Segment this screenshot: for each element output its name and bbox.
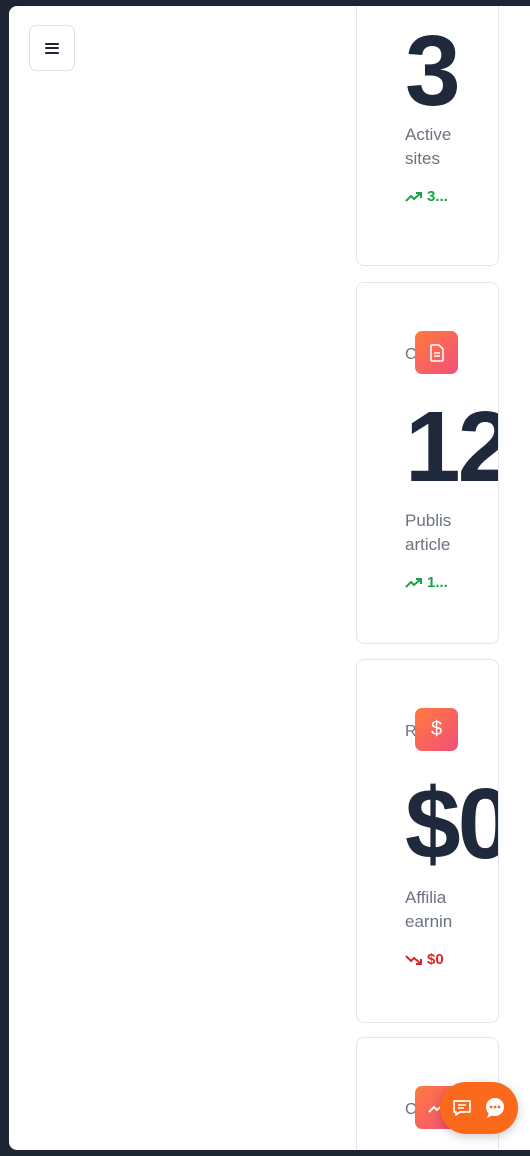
chat-icon [453,1100,471,1116]
trending-up-icon [405,191,422,202]
stat-value: 12 [405,391,498,503]
message-bubble-icon [486,1098,504,1118]
dollar-icon: $ [415,708,458,751]
stat-card-published-articles: C 12 Publis article 1... [356,282,499,644]
stat-card-active-sites: 3 Active sites 3... [356,6,499,266]
stat-description: Affilia earnin [405,888,453,931]
stat-description: Active sites [405,125,452,168]
stat-value: $0 [405,768,498,880]
menu-button[interactable] [29,25,75,71]
hamburger-icon [45,40,59,56]
stat-card-affiliate-earnings: R $ $0 Affilia earnin $0 [356,659,499,1023]
trending-up-icon [405,577,422,588]
stat-value: 3 [405,15,461,127]
chat-widget-button[interactable] [440,1082,518,1134]
document-icon [415,331,458,374]
trending-down-icon [405,954,422,965]
stat-trend: 3... [405,188,448,205]
stat-trend: $0 [405,951,444,968]
stat-description: Publis article [405,511,452,554]
stat-trend: 1... [405,574,448,591]
app-window: 3 Active sites 3... C 12 Publis article … [9,6,530,1150]
